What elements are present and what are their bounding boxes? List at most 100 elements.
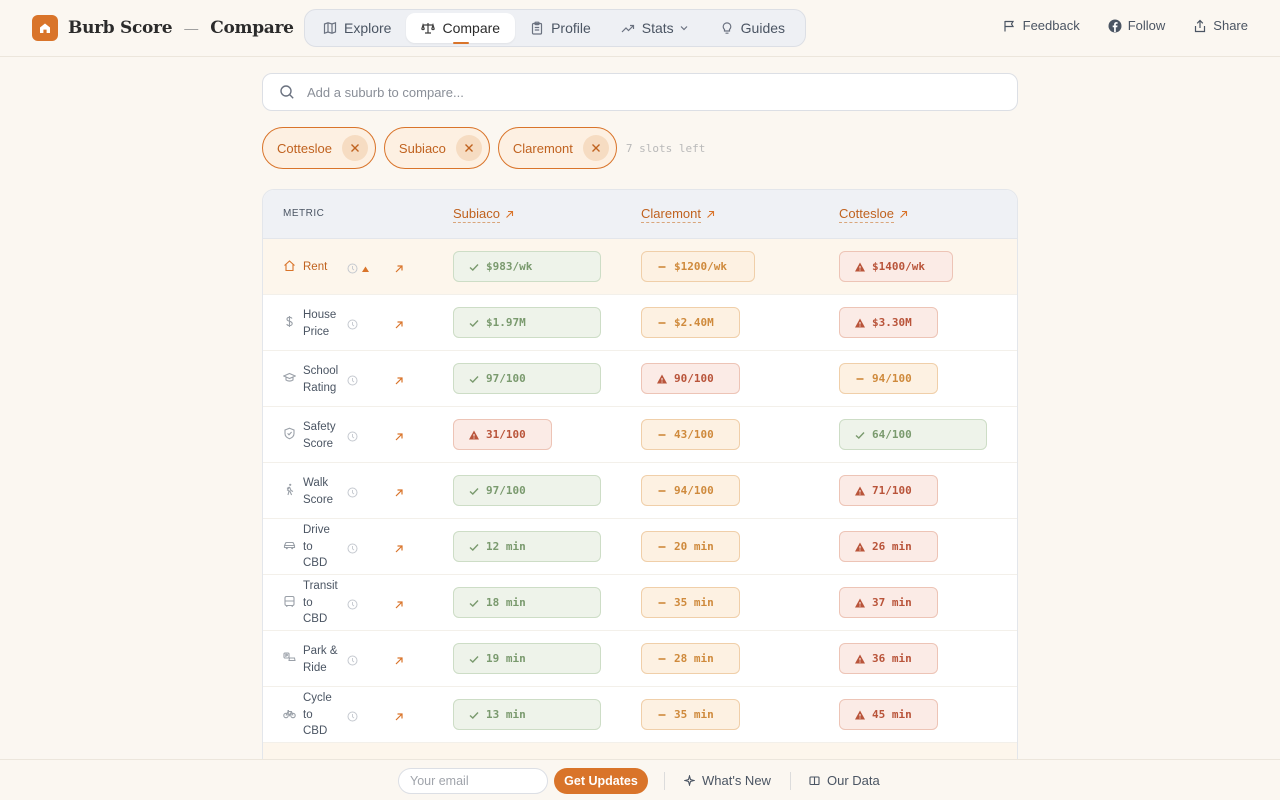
chevron-down-icon xyxy=(680,26,688,31)
check-icon xyxy=(855,431,865,439)
column-label: Claremont xyxy=(641,206,701,223)
selected-suburbs: Cottesloe Subiaco Claremont 7 slots left xyxy=(262,127,705,169)
info-icon[interactable] xyxy=(347,261,358,279)
chip-subiaco[interactable]: Subiaco xyxy=(383,127,490,169)
value-badge: 35 min xyxy=(641,699,740,730)
shield-icon xyxy=(283,427,296,445)
info-icon[interactable] xyxy=(347,541,358,559)
column-label: Subiaco xyxy=(453,206,500,223)
metric-label-line: CBD xyxy=(303,613,328,625)
clipboard-icon xyxy=(531,21,543,35)
value-text: 13 min xyxy=(486,708,526,721)
metric-link-icon[interactable] xyxy=(394,597,404,615)
value-badge: 20 min xyxy=(641,531,740,562)
value-badge: 94/100 xyxy=(641,475,740,506)
column-claremont[interactable]: Claremont xyxy=(641,206,715,223)
lightbulb-icon xyxy=(722,22,732,34)
value-text: 90/100 xyxy=(674,372,714,385)
column-subiaco[interactable]: Subiaco xyxy=(453,206,514,223)
metric-link-icon[interactable] xyxy=(394,653,404,671)
close-icon xyxy=(591,144,600,152)
table-body: Rent $983/wk $1200/wk $1400/wk House Price $1.… xyxy=(263,239,1017,799)
nav-profile[interactable]: Profile xyxy=(515,13,606,43)
share-button[interactable]: Share xyxy=(1193,18,1248,33)
metric-label: Cycle to CBD xyxy=(303,690,343,740)
value-text: 26 min xyxy=(872,540,912,553)
close-icon xyxy=(464,144,473,152)
value-text: 31/100 xyxy=(486,428,526,441)
facebook-icon xyxy=(1108,19,1122,32)
value-badge: 71/100 xyxy=(839,475,938,506)
map-icon xyxy=(323,21,337,35)
value-badge: 28 min xyxy=(641,643,740,674)
chip-label: Subiaco xyxy=(398,140,446,156)
whats-new-link[interactable]: What's New xyxy=(684,773,771,788)
our-data-link[interactable]: Our Data xyxy=(809,773,880,788)
metric-link-icon[interactable] xyxy=(394,373,404,391)
chip-claremont[interactable]: Claremont xyxy=(497,127,617,169)
metric-link-icon[interactable] xyxy=(394,317,404,335)
nav-compare[interactable]: Compare xyxy=(406,13,516,44)
sort-asc-icon[interactable] xyxy=(361,261,370,279)
nav-stats[interactable]: Stats xyxy=(606,13,705,43)
dash-icon xyxy=(658,657,666,660)
info-icon[interactable] xyxy=(347,709,358,727)
comparison-table: METRIC Subiaco Claremont Cottesloe Rent $… xyxy=(262,189,1018,800)
value-badge: $1400/wk xyxy=(839,251,953,282)
metric-link-icon[interactable] xyxy=(394,429,404,447)
value-text: 35 min xyxy=(674,596,714,609)
value-text: 12 min xyxy=(486,540,526,553)
value-text: 37 min xyxy=(872,596,912,609)
dash-icon xyxy=(658,321,666,324)
whats-new-label: What's New xyxy=(702,773,771,788)
metric-label-line: Rent xyxy=(303,261,328,273)
value-text: 94/100 xyxy=(872,372,912,385)
remove-chip-button[interactable] xyxy=(582,135,609,161)
email-input[interactable] xyxy=(398,768,548,794)
remove-chip-button[interactable] xyxy=(341,135,368,161)
value-text: 18 min xyxy=(486,596,526,609)
value-text: 71/100 xyxy=(872,484,912,497)
info-icon[interactable] xyxy=(347,429,358,447)
nav-guides[interactable]: Guides xyxy=(705,13,800,43)
nav-compare-label: Compare xyxy=(442,20,501,36)
get-updates-button[interactable]: Get Updates xyxy=(554,768,648,794)
walking-icon xyxy=(283,483,296,501)
metric-label: Park & Ride xyxy=(303,643,343,676)
metric-label-line: CBD xyxy=(303,725,328,737)
suburb-search xyxy=(262,73,1018,111)
follow-button[interactable]: Follow xyxy=(1108,18,1165,33)
metric-link-icon[interactable] xyxy=(394,541,404,559)
value-badge: 94/100 xyxy=(839,363,938,394)
nav-explore[interactable]: Explore xyxy=(308,13,406,43)
info-icon[interactable] xyxy=(347,485,358,503)
feedback-button[interactable]: Feedback xyxy=(1003,18,1080,33)
metric-label: Rent xyxy=(303,259,343,276)
check-icon xyxy=(469,543,479,551)
warning-icon xyxy=(855,654,865,663)
feedback-label: Feedback xyxy=(1022,18,1080,33)
check-icon xyxy=(469,655,479,663)
nav-profile-label: Profile xyxy=(551,20,591,36)
search-input[interactable] xyxy=(307,84,987,100)
warning-icon xyxy=(855,486,865,495)
metric-link-icon[interactable] xyxy=(394,261,404,279)
metric-link-icon[interactable] xyxy=(394,485,404,503)
bottom-bar: Get Updates What's New Our Data xyxy=(0,759,1280,800)
dash-icon xyxy=(658,601,666,604)
value-text: 20 min xyxy=(674,540,714,553)
info-icon[interactable] xyxy=(347,317,358,335)
home-logo-icon xyxy=(32,15,58,41)
column-cottesloe[interactable]: Cottesloe xyxy=(839,206,908,223)
table-row: Walk Score 97/100 94/100 71/100 xyxy=(263,463,1017,519)
table-row: Safety Score 31/100 43/100 64/100 xyxy=(263,407,1017,463)
chip-cottesloe[interactable]: Cottesloe xyxy=(262,127,376,169)
dollar-icon xyxy=(283,315,296,333)
info-icon[interactable] xyxy=(347,373,358,391)
remove-chip-button[interactable] xyxy=(455,135,482,161)
metric-link-icon[interactable] xyxy=(394,709,404,727)
info-icon[interactable] xyxy=(347,597,358,615)
info-icon[interactable] xyxy=(347,653,358,671)
warning-icon xyxy=(855,598,865,607)
brand[interactable]: Burb Score — Compare xyxy=(32,15,294,41)
